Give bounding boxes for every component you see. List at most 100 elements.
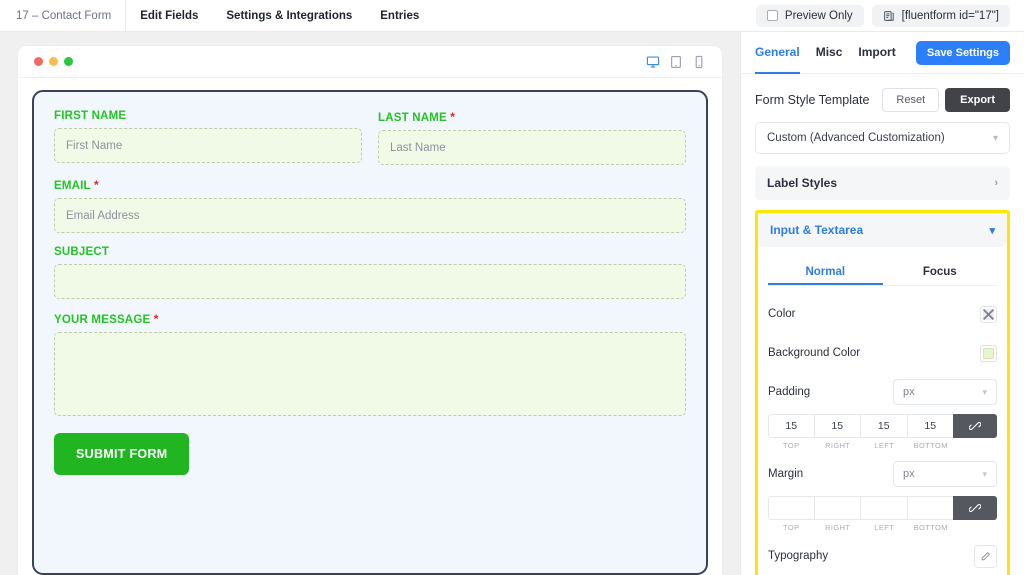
email-input[interactable]: Email Address	[54, 198, 686, 233]
padding-top-caption: TOP	[783, 441, 800, 450]
option-control	[980, 305, 997, 323]
nav-tab-edit-fields[interactable]: Edit Fields	[126, 0, 212, 32]
padding-top-input[interactable]: 15	[768, 414, 815, 438]
field-label: FIRST NAME	[54, 110, 127, 122]
option-label: Typography	[768, 550, 829, 562]
padding-inputs: 15 TOP 15 RIGHT 15 LEFT 15 BOTTOM	[768, 414, 997, 450]
required-asterisk: *	[153, 312, 159, 326]
message-textarea[interactable]	[54, 332, 686, 416]
copy-icon	[883, 10, 895, 22]
padding-bottom-caption: BOTTOM	[913, 441, 948, 450]
padding-left-input[interactable]: 15	[860, 414, 908, 438]
tab-misc[interactable]: Misc	[816, 32, 843, 74]
browser-chrome-bar	[18, 46, 722, 78]
chevron-down-icon: ▾	[992, 132, 998, 144]
form-style-template-row: Form Style Template Reset Export	[755, 88, 1010, 112]
field-label: SUBJECT	[54, 246, 110, 258]
input-textarea-section: Input & Textarea ▾ Normal Focus Color Ba…	[758, 213, 1007, 575]
nav-tab-settings-integrations[interactable]: Settings & Integrations	[212, 0, 366, 32]
form-style-template-actions: Reset Export	[882, 88, 1010, 112]
color-swatch-button[interactable]	[980, 305, 997, 323]
padding-right-input[interactable]: 15	[813, 414, 861, 438]
option-label: Background Color	[768, 347, 861, 359]
field-your-message: YOUR MESSAGE *	[54, 312, 686, 416]
margin-inputs: TOP RIGHT LEFT BOTTOM	[768, 496, 997, 532]
style-template-value: Custom (Advanced Customization)	[767, 132, 945, 144]
submit-form-button[interactable]: SUBMIT FORM	[54, 433, 190, 475]
margin-right: RIGHT	[813, 496, 861, 532]
style-template-select[interactable]: Custom (Advanced Customization) ▾	[755, 122, 1010, 154]
padding-top: 15 TOP	[768, 414, 815, 450]
shortcode-label: [fluentform id="17"]	[901, 9, 999, 22]
padding-link-toggle[interactable]	[953, 414, 997, 438]
close-dot-icon	[34, 57, 43, 66]
top-bar: 17 – Contact Form Edit Fields Settings &…	[0, 0, 1024, 32]
margin-bottom-input[interactable]	[906, 496, 954, 520]
background-color-swatch-button[interactable]	[980, 344, 997, 362]
minimize-dot-icon	[49, 57, 58, 66]
maximize-dot-icon	[64, 57, 73, 66]
panel-scroll-area: Form Style Template Reset Export Custom …	[741, 74, 1024, 575]
desktop-icon[interactable]	[646, 55, 660, 69]
margin-link-toggle[interactable]	[953, 496, 997, 520]
padding-bottom-input[interactable]: 15	[906, 414, 954, 438]
sub-tab-focus[interactable]: Focus	[883, 259, 998, 285]
accordion-title: Input & Textarea	[770, 223, 864, 237]
no-color-icon	[983, 308, 994, 320]
chevron-down-icon: ▾	[982, 468, 987, 479]
tab-import[interactable]: Import	[858, 32, 895, 74]
accordion-input-textarea[interactable]: Input & Textarea ▾	[758, 213, 1007, 247]
padding-unit-value: px	[903, 386, 915, 398]
save-settings-button[interactable]: Save Settings	[915, 40, 1010, 65]
export-button[interactable]: Export	[945, 88, 1010, 112]
form-title: 17 – Contact Form	[0, 0, 127, 32]
margin-unit-value: px	[903, 468, 915, 480]
preview-pane: FIRST NAME First Name LAST NAME * Last N…	[0, 32, 740, 575]
option-typography: Typography	[768, 541, 997, 571]
field-label: YOUR MESSAGE *	[54, 312, 159, 326]
chevron-down-icon: ▾	[989, 224, 995, 237]
style-settings-panel: General Misc Import Save Settings Form S…	[740, 32, 1024, 575]
first-name-input[interactable]: First Name	[54, 128, 362, 163]
preview-browser-card: FIRST NAME First Name LAST NAME * Last N…	[18, 46, 722, 575]
margin-left: LEFT	[860, 496, 908, 532]
input-placeholder: Last Name	[390, 141, 446, 154]
nav-tab-entries[interactable]: Entries	[366, 0, 433, 32]
subject-input[interactable]	[54, 264, 686, 299]
device-preview-switcher	[646, 55, 706, 69]
padding-bottom: 15 BOTTOM	[906, 414, 954, 450]
margin-unit-select[interactable]: px ▾	[893, 461, 997, 487]
padding-unit-select[interactable]: px ▾	[893, 379, 997, 405]
tab-general[interactable]: General	[755, 32, 800, 74]
shortcode-copy-button[interactable]: [fluentform id="17"]	[871, 4, 1010, 27]
input-placeholder: First Name	[66, 139, 123, 152]
top-bar-left: 17 – Contact Form Edit Fields Settings &…	[0, 0, 433, 32]
option-padding: Padding px ▾	[768, 377, 997, 407]
typography-edit-button[interactable]	[974, 544, 997, 568]
tablet-icon[interactable]	[669, 55, 683, 69]
margin-top-input[interactable]	[768, 496, 815, 520]
margin-top: TOP	[768, 496, 815, 532]
mobile-icon[interactable]	[692, 55, 706, 69]
field-subject: SUBJECT	[54, 246, 686, 299]
state-sub-tabs: Normal Focus	[768, 259, 997, 286]
field-last-name: LAST NAME * Last Name	[378, 110, 686, 165]
padding-right: 15 RIGHT	[813, 414, 861, 450]
option-label: Margin	[768, 468, 804, 480]
panel-tabs: General Misc Import Save Settings	[741, 32, 1024, 74]
margin-left-input[interactable]	[860, 496, 908, 520]
checkbox-icon[interactable]	[766, 10, 778, 21]
option-control: px ▾	[893, 379, 997, 405]
margin-right-input[interactable]	[813, 496, 861, 520]
last-name-input[interactable]: Last Name	[378, 130, 686, 165]
reset-button[interactable]: Reset	[882, 88, 940, 112]
margin-bottom: BOTTOM	[906, 496, 954, 532]
option-label: Color	[768, 308, 796, 320]
required-asterisk: *	[93, 178, 99, 192]
option-color: Color	[768, 299, 997, 329]
preview-only-toggle[interactable]: Preview Only	[755, 4, 864, 27]
accordion-label-styles[interactable]: Label Styles ›	[755, 166, 1010, 200]
sub-tab-normal[interactable]: Normal	[768, 259, 883, 285]
preview-only-label: Preview Only	[784, 9, 853, 22]
margin-bottom-caption: BOTTOM	[913, 523, 948, 532]
